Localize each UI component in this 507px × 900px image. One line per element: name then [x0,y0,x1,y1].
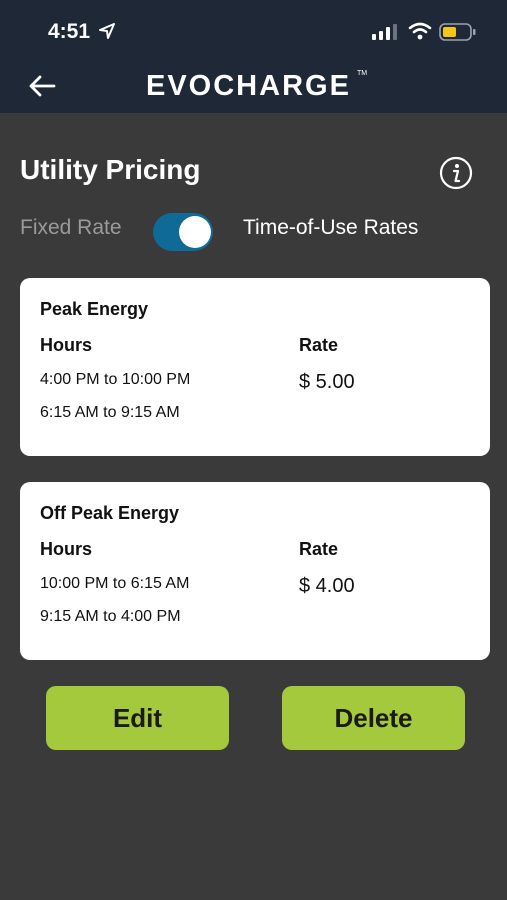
brand-logo: EVOCHARGE [146,70,351,102]
rate-header: Rate [299,539,339,559]
off-peak-energy-card: Off Peak Energy Hours Rate 10:00 PM to 6… [20,482,490,660]
card-title: Off Peak Energy [40,503,180,523]
app-header: 4:51 EVOCHARGE TM [0,0,507,113]
hours-range: 10:00 PM to 6:15 AM [40,575,190,592]
rate-value: $ 5.00 [299,371,355,393]
status-time: 4:51 [48,20,91,43]
page-title: Utility Pricing [20,154,201,185]
hours-range: 6:15 AM to 9:15 AM [40,404,180,421]
fixed-rate-label: Fixed Rate [20,216,122,239]
hours-range: 4:00 PM to 10:00 PM [40,371,191,388]
toggle-knob [179,216,211,248]
back-arrow-icon[interactable] [28,74,56,98]
delete-button[interactable]: Delete [282,686,465,750]
location-arrow-icon [99,23,115,39]
hours-header: Hours [40,335,93,355]
rate-type-toggle[interactable] [153,213,213,251]
brand-trademark: TM [357,70,368,77]
battery-icon [439,23,476,41]
signal-icon [372,24,397,40]
wifi-icon [408,22,432,40]
hours-header: Hours [40,539,93,559]
edit-button[interactable]: Edit [46,686,229,750]
rate-header: Rate [299,335,339,355]
hours-range: 9:15 AM to 4:00 PM [40,608,181,625]
peak-energy-card: Peak Energy Hours Rate 4:00 PM to 10:00 … [20,278,490,456]
time-of-use-label: Time-of-Use Rates [243,216,419,239]
info-icon[interactable] [439,156,473,190]
card-title: Peak Energy [40,299,149,319]
rate-value: $ 4.00 [299,575,355,597]
